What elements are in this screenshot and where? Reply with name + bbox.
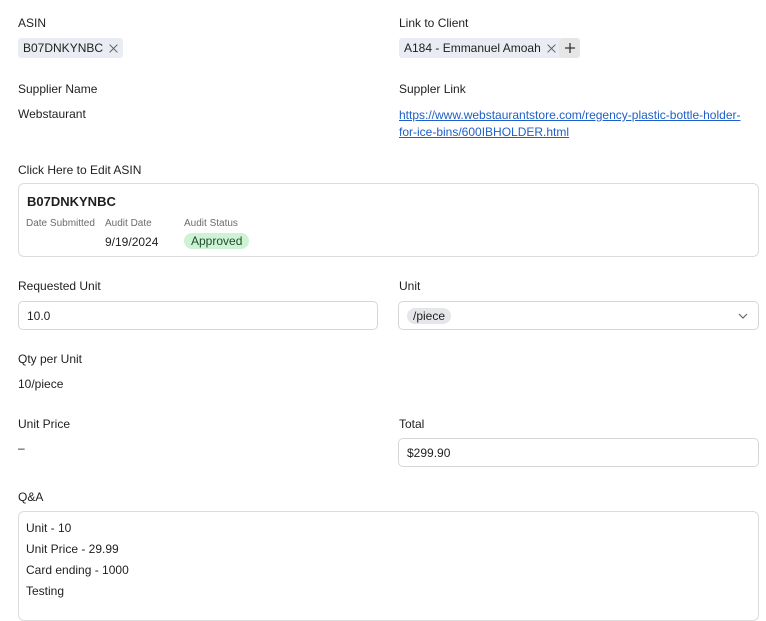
qa-line: Card ending - 1000 bbox=[26, 563, 129, 577]
asin-chip-text: B07DNKYNBC bbox=[23, 41, 104, 55]
supplier-link-label: Suppler Link bbox=[399, 82, 466, 96]
client-chip-text: A184 - Emmanuel Amoah bbox=[404, 41, 541, 55]
audit-status-label: Audit Status bbox=[184, 218, 238, 229]
supplier-link[interactable]: https://www.webstaurantstore.com/regency… bbox=[399, 107, 740, 141]
qa-line: Unit - 10 bbox=[26, 521, 72, 535]
unit-label: Unit bbox=[399, 279, 421, 293]
requested-unit-input[interactable]: 10.0 bbox=[18, 301, 378, 330]
remove-client-icon[interactable] bbox=[547, 44, 556, 53]
requested-unit-value: 10.0 bbox=[27, 308, 51, 323]
supplier-link-line1[interactable]: https://www.webstaurantstore.com/regency… bbox=[399, 108, 740, 122]
audit-date-value: 9/19/2024 bbox=[105, 235, 159, 249]
qa-textarea[interactable]: Unit - 10 Unit Price - 29.99 Card ending… bbox=[18, 511, 759, 621]
audit-date-label: Audit Date bbox=[105, 218, 152, 229]
unit-select[interactable]: /piece bbox=[398, 301, 759, 330]
requested-unit-label: Requested Unit bbox=[18, 279, 101, 293]
total-input[interactable]: $299.90 bbox=[398, 438, 759, 467]
qty-per-unit-value: 10/piece bbox=[18, 377, 64, 391]
plus-icon bbox=[564, 43, 575, 53]
audit-status-badge: Approved bbox=[184, 233, 250, 249]
edit-asin-label: Click Here to Edit ASIN bbox=[18, 163, 142, 177]
qa-line: Testing bbox=[26, 584, 65, 598]
date-submitted-label: Date Submitted bbox=[26, 218, 95, 229]
total-label: Total bbox=[399, 417, 425, 431]
add-client-button[interactable] bbox=[559, 38, 580, 58]
total-value: $299.90 bbox=[407, 445, 451, 460]
unit-price-label: Unit Price bbox=[18, 417, 71, 431]
qty-per-unit-label: Qty per Unit bbox=[18, 352, 83, 366]
edit-asin-title: B07DNKYNBC bbox=[27, 194, 116, 209]
chevron-down-icon bbox=[738, 313, 748, 319]
remove-asin-icon[interactable] bbox=[109, 44, 118, 53]
client-label: Link to Client bbox=[399, 16, 469, 30]
client-chip[interactable]: A184 - Emmanuel Amoah bbox=[399, 38, 561, 58]
supplier-link-line2[interactable]: for-ice-bins/600IBHOLDER.html bbox=[399, 125, 569, 139]
supplier-name-value: Webstaurant bbox=[18, 107, 86, 121]
qa-label: Q&A bbox=[18, 490, 44, 504]
asin-label: ASIN bbox=[18, 16, 47, 30]
asin-chip[interactable]: B07DNKYNBC bbox=[18, 38, 124, 58]
unit-price-value: – bbox=[18, 441, 25, 455]
edit-asin-card[interactable]: B07DNKYNBC Date Submitted Audit Date 9/1… bbox=[18, 183, 759, 257]
unit-selected-value: /piece bbox=[407, 307, 452, 324]
supplier-name-label: Supplier Name bbox=[18, 82, 98, 96]
qa-line: Unit Price - 29.99 bbox=[26, 542, 119, 556]
